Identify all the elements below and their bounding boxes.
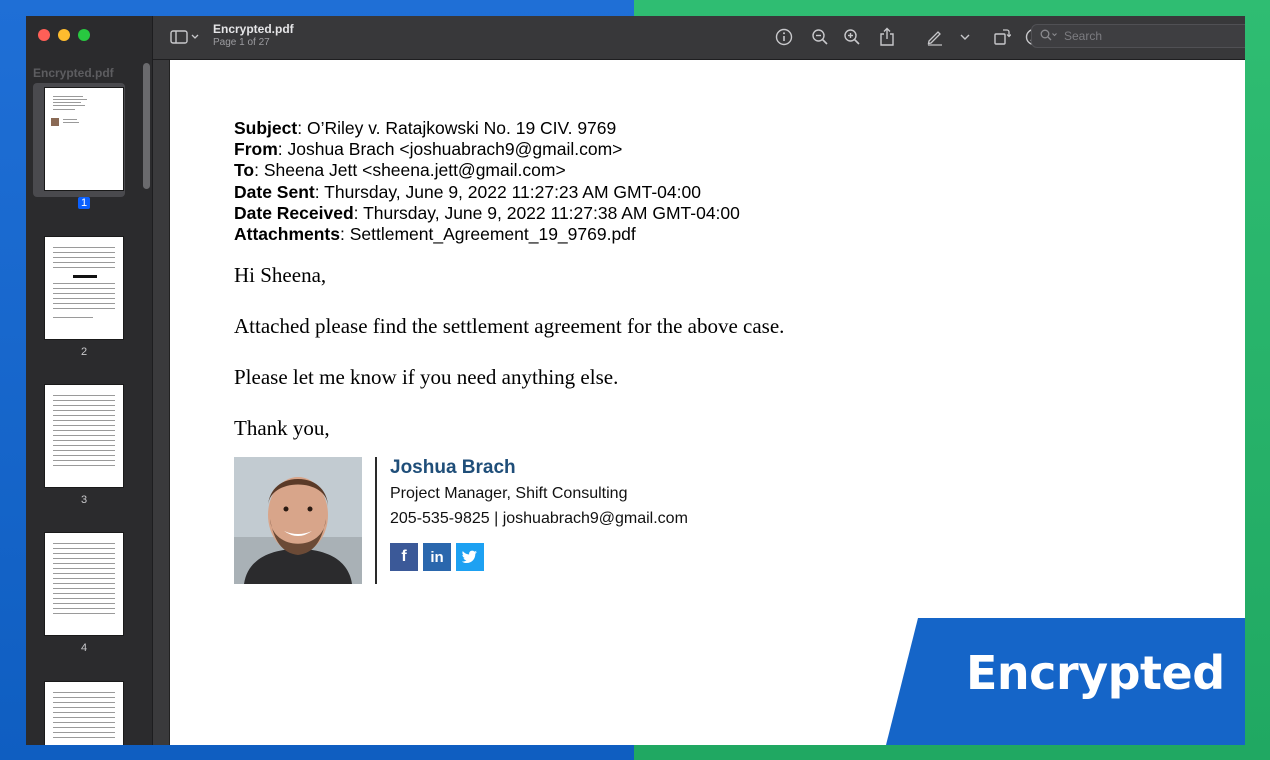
markup-pen-icon[interactable] <box>924 26 946 48</box>
date-sent-label: Date Sent <box>234 181 315 202</box>
from-label: From <box>234 139 278 160</box>
zoom-in-icon[interactable] <box>841 26 863 48</box>
thumbnail-page-4[interactable]: 4 <box>26 532 142 656</box>
email-paragraph-2: Please let me know if you need anything … <box>234 365 619 389</box>
window-controls <box>38 29 90 41</box>
subject-value: O’Riley v. Ratajkowski No. 19 CIV. 9769 <box>306 118 617 138</box>
minimize-window-button[interactable] <box>58 29 70 41</box>
date-sent-value: Thursday, June 9, 2022 11:27:23 AM GMT-0… <box>324 181 701 202</box>
date-received-line: Date Received: Thursday, June 9, 2022 11… <box>234 202 740 223</box>
info-icon[interactable] <box>773 26 795 48</box>
close-window-button[interactable] <box>38 29 50 41</box>
thumbnail-page-number: 4 <box>80 642 88 654</box>
from-value: Joshua Brach <joshuabrach9@gmail.com> <box>287 139 623 160</box>
thumbnail-sidebar: Encrypted.pdf 1 2 3 4 <box>26 16 153 745</box>
subject-label: Subject <box>234 118 298 138</box>
attachments-line: Attachments: Settlement_Agreement_19_976… <box>234 224 636 245</box>
to-value: Sheena Jett <sheena.jett@gmail.com> <box>263 160 566 181</box>
sidebar-toggle-icon[interactable] <box>169 26 201 48</box>
email-greeting: Hi Sheena, <box>234 263 327 287</box>
date-received-label: Date Received <box>234 202 354 223</box>
sidebar-scrollbar[interactable] <box>143 63 150 189</box>
attachments-label: Attachments <box>234 224 340 245</box>
thumbnail-page-2[interactable]: 2 <box>26 236 142 360</box>
fullscreen-window-button[interactable] <box>78 29 90 41</box>
chevron-down-icon[interactable] <box>958 26 972 48</box>
badge-text: Encrypted <box>966 646 1225 700</box>
twitter-icon[interactable] <box>456 543 484 571</box>
to-label: To <box>234 160 255 181</box>
email-closing: Thank you, <box>234 416 330 440</box>
thumbnail-image <box>44 384 124 488</box>
to-line: To: Sheena Jett <sheena.jett@gmail.com> <box>234 160 566 181</box>
date-sent-line: Date Sent: Thursday, June 9, 2022 11:27:… <box>234 181 701 202</box>
signature-role: Project Manager, Shift Consulting <box>390 485 628 502</box>
thumbnail-image <box>44 87 124 191</box>
signature-photo <box>234 457 362 584</box>
share-icon[interactable] <box>876 26 898 48</box>
signature-divider <box>375 457 377 584</box>
zoom-out-icon[interactable] <box>809 26 831 48</box>
thumbnail-image <box>44 532 124 636</box>
rotate-icon[interactable] <box>991 26 1013 48</box>
thumbnail-image <box>44 236 124 340</box>
sidebar-title: Encrypted.pdf <box>33 66 114 80</box>
thumbnail-page-number: 2 <box>80 346 88 358</box>
attachments-value: Settlement_Agreement_19_9769.pdf <box>349 224 636 245</box>
subject-line: Subject: O’Riley v. Ratajkowski No. 19 C… <box>234 118 617 138</box>
page-indicator: Page 1 of 27 <box>213 37 270 48</box>
thumbnail-page-1[interactable]: 1 <box>26 87 142 211</box>
search-icon <box>1040 29 1058 44</box>
thumbnail-image <box>44 681 124 745</box>
linkedin-icon[interactable]: in <box>423 543 451 571</box>
search-field[interactable] <box>1031 24 1245 48</box>
signature-name: Joshua Brach <box>390 457 516 478</box>
toolbar: Encrypted.pdf Page 1 of 27 <box>153 16 1245 60</box>
document-title: Encrypted.pdf <box>213 22 294 36</box>
thumbnail-page-5[interactable] <box>26 681 142 745</box>
thumbnail-page-number: 3 <box>80 494 88 506</box>
date-received-value: Thursday, June 9, 2022 11:27:38 AM GMT-0… <box>363 202 740 223</box>
from-line: From: Joshua Brach <joshuabrach9@gmail.c… <box>234 139 623 160</box>
email-header: Subject: O’Riley v. Ratajkowski No. 19 C… <box>234 118 740 245</box>
encrypted-badge: Encrypted <box>886 618 1245 745</box>
thumbnail-page-3[interactable]: 3 <box>26 384 142 508</box>
email-paragraph-1: Attached please find the settlement agre… <box>234 314 785 338</box>
search-input[interactable] <box>1064 29 1224 43</box>
facebook-icon[interactable]: f <box>390 543 418 571</box>
signature-contact: 205-535-9825 | joshuabrach9@gmail.com <box>390 510 688 527</box>
thumbnail-page-number: 1 <box>77 197 91 209</box>
